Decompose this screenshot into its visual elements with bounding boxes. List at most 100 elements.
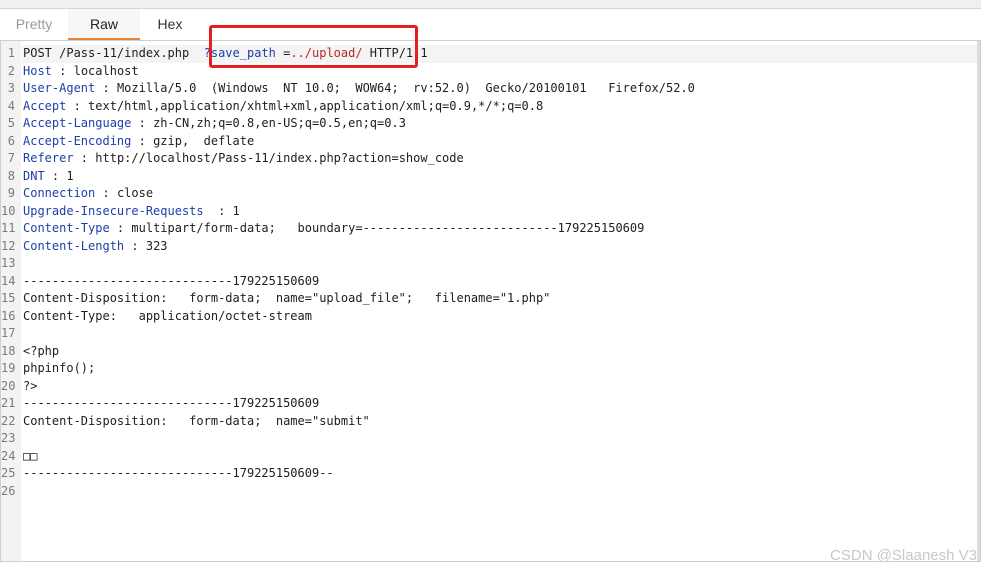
- query-param-equals: =: [275, 46, 291, 60]
- body-line: Content-Disposition: form-data; name="su…: [23, 413, 370, 428]
- request-line: 6 Accept-Encoding : gzip, deflate: [1, 133, 254, 151]
- body-line: <?php: [23, 343, 60, 358]
- view-tabs: Pretty Raw Hex: [0, 9, 981, 40]
- query-param-value: ../upload/: [290, 46, 363, 60]
- watermark: CSDN @Slaanesh V3: [830, 547, 977, 564]
- header-name: Content-Length: [23, 238, 125, 253]
- tab-pretty[interactable]: Pretty: [0, 9, 68, 40]
- header-separator: :: [203, 203, 233, 218]
- request-line: 21 -----------------------------179225150…: [1, 395, 319, 413]
- header-value: 1: [66, 168, 74, 183]
- header-separator: :: [95, 186, 117, 200]
- header-value: zh-CN,zh;q=0.8,en-US;q=0.5,en;q=0.3: [153, 116, 406, 130]
- request-line: 3 User-Agent : Mozilla/5.0 (Windows NT 10…: [1, 80, 695, 98]
- body-line: phpinfo();: [23, 361, 96, 375]
- header-value: gzip, deflate: [153, 133, 255, 148]
- request-line: 9 Connection : close: [1, 185, 153, 203]
- line-number: 10: [1, 203, 16, 218]
- request-line: 22 Content-Disposition: form-data; name="…: [1, 413, 370, 431]
- request-line: 11 Content-Type : multipart/form-data; bo…: [1, 220, 644, 238]
- header-separator: :: [66, 98, 89, 113]
- tab-raw[interactable]: Raw: [68, 9, 140, 40]
- query-param-key: ?save_path: [203, 46, 276, 60]
- line-number: 4: [7, 98, 15, 113]
- line-number: 12: [1, 238, 16, 253]
- header-name: Connection: [23, 186, 96, 200]
- editor-scrollbar[interactable]: [977, 41, 980, 561]
- request-line: 15 Content-Disposition: form-data; name="…: [1, 290, 550, 308]
- header-separator: :: [73, 151, 96, 165]
- line-number: 26: [1, 483, 16, 498]
- body-line: -----------------------------17922515060…: [23, 466, 334, 480]
- request-line: 10 Upgrade-Insecure-Requests : 1: [1, 203, 240, 221]
- line-number: 7: [7, 151, 15, 165]
- header-value: close: [116, 186, 154, 200]
- body-line: -----------------------------17922515060…: [23, 396, 320, 410]
- line-number: 24: [1, 448, 16, 463]
- header-value: localhost: [73, 63, 139, 78]
- tab-hex[interactable]: Hex: [140, 9, 200, 40]
- http-version: HTTP/1.1: [362, 46, 428, 60]
- request-line: 7 Referer : http://localhost/Pass-11/inde…: [1, 150, 464, 168]
- request-line: 19 phpinfo();: [1, 360, 95, 378]
- request-line: 12 Content-Length : 323: [1, 238, 168, 256]
- request-line: 13: [1, 255, 23, 273]
- request-line: 1 POST /Pass-11/index.php ?save_path =../…: [1, 45, 428, 63]
- request-line: 2 Host : localhost: [1, 63, 139, 81]
- line-number: 15: [1, 291, 16, 305]
- header-separator: :: [131, 116, 154, 130]
- header-value: multipart/form-data; boundary=----------…: [131, 221, 645, 235]
- line-number: 2: [7, 63, 15, 78]
- request-line: 23: [1, 430, 23, 448]
- line-number: 6: [7, 133, 15, 148]
- header-name: Content-Type: [23, 221, 110, 235]
- request-line: 8 DNT : 1: [1, 168, 74, 186]
- line-number: 8: [7, 168, 15, 183]
- header-name: Accept-Encoding: [23, 133, 132, 148]
- request-line: 25 -----------------------------179225150…: [1, 465, 334, 483]
- header-value: Mozilla/5.0 (Windows NT 10.0; WOW64; rv:…: [116, 81, 695, 95]
- body-line: Content-Disposition: form-data; name="up…: [23, 291, 551, 305]
- header-value: 1: [232, 203, 240, 218]
- line-number: 14: [1, 273, 16, 288]
- request-line: 16 Content-Type: application/octet-stream: [1, 308, 312, 326]
- header-name: DNT: [23, 168, 45, 183]
- line-number: 9: [7, 186, 15, 200]
- line-number: 5: [7, 116, 15, 130]
- body-line: ?>: [23, 378, 38, 393]
- window-top-strip: [0, 0, 981, 9]
- request-line: 14 -----------------------------179225150…: [1, 273, 319, 291]
- request-line: 20 ?>: [1, 378, 37, 396]
- header-separator: :: [131, 133, 154, 148]
- line-number: 21: [1, 396, 16, 410]
- body-line: -----------------------------17922515060…: [23, 273, 320, 288]
- request-line: 5 Accept-Language : zh-CN,zh;q=0.8,en-US;…: [1, 115, 406, 133]
- line-number: 18: [1, 343, 16, 358]
- header-separator: :: [95, 81, 117, 95]
- header-separator: :: [109, 221, 132, 235]
- raw-request-editor[interactable]: 1 POST /Pass-11/index.php ?save_path =../…: [0, 40, 981, 562]
- header-separator: :: [124, 238, 146, 253]
- request-line: 17: [1, 325, 23, 343]
- header-name: Accept: [23, 98, 67, 113]
- header-separator: :: [44, 168, 67, 183]
- header-name: Accept-Language: [23, 116, 132, 130]
- line-number: 25: [1, 466, 16, 480]
- header-name: Upgrade-Insecure-Requests: [23, 203, 204, 218]
- line-number: 16: [1, 308, 16, 323]
- request-line: 26: [1, 483, 23, 501]
- header-name: User-Agent: [23, 81, 96, 95]
- body-line: □□: [23, 448, 38, 463]
- line-number: 11: [1, 221, 16, 235]
- header-name: Referer: [23, 151, 74, 165]
- request-line: 24 □□: [1, 448, 37, 466]
- line-number: 13: [1, 256, 16, 270]
- line-number: 19: [1, 361, 16, 375]
- line-number: 23: [1, 431, 16, 445]
- line-number: 3: [7, 81, 15, 95]
- line-number: 22: [1, 413, 16, 428]
- request-line: 18 <?php: [1, 343, 59, 361]
- line-number: 20: [1, 378, 16, 393]
- request-method-path: POST /Pass-11/index.php: [23, 46, 190, 60]
